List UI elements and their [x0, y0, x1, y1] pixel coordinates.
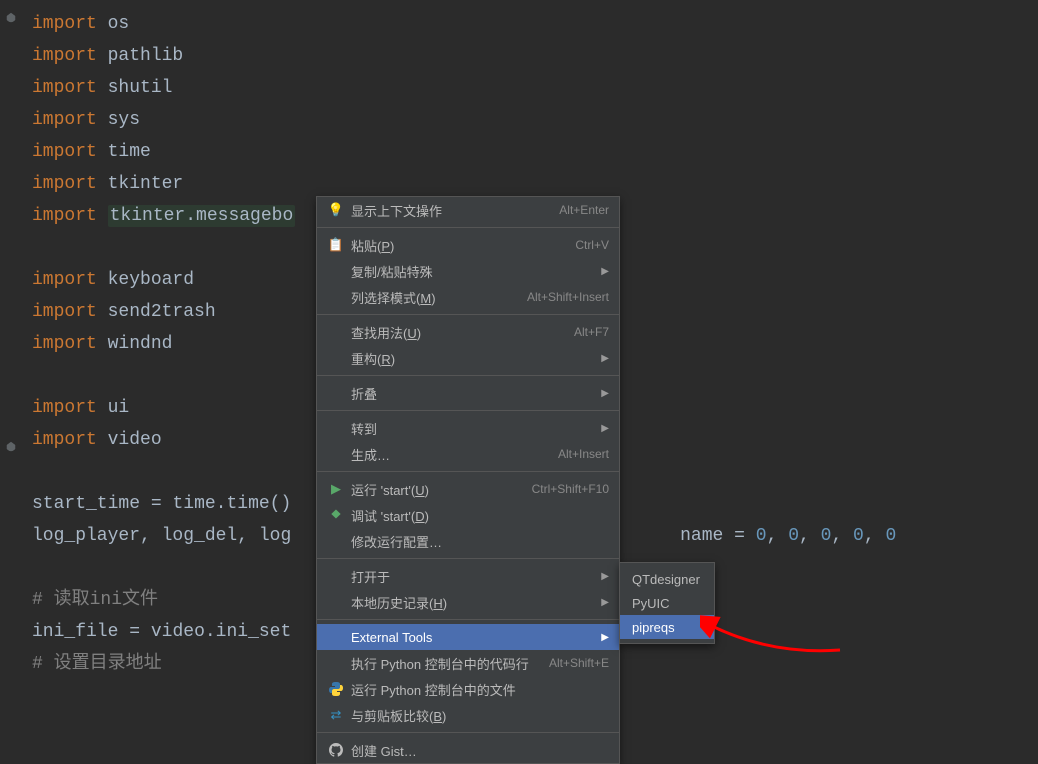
menu-shortcut: Alt+Enter — [559, 203, 609, 217]
run-icon: ▶ — [327, 481, 345, 497]
menu-shortcut: Alt+Insert — [558, 447, 609, 461]
menu-label: 运行 Python 控制台中的文件 — [351, 680, 609, 699]
chevron-right-icon: ▶ — [601, 597, 609, 608]
menu-label: 本地历史记录(H) — [351, 593, 601, 612]
menu-item-22[interactable]: 执行 Python 控制台中的代码行Alt+Shift+E — [317, 650, 619, 676]
debug-icon: ⯁ — [327, 507, 345, 523]
menu-label: 重构(R) — [351, 349, 601, 368]
chevron-right-icon: ▶ — [601, 571, 609, 582]
menu-item-19[interactable]: 本地历史记录(H)▶ — [317, 589, 619, 615]
menu-item-26[interactable]: 创建 Gist… — [317, 737, 619, 763]
code-line-1[interactable]: import os — [4, 8, 1038, 40]
submenu-item-pipreqs[interactable]: pipreqs — [620, 615, 714, 639]
gutter-lock-icon — [4, 440, 18, 454]
menu-separator — [317, 619, 619, 620]
menu-item-0[interactable]: 💡 显示上下文操作Alt+Enter — [317, 197, 619, 223]
menu-item-14[interactable]: ▶ 运行 'start'(U)Ctrl+Shift+F10 — [317, 476, 619, 502]
menu-separator — [317, 410, 619, 411]
github-icon — [327, 743, 345, 757]
menu-item-3[interactable]: 复制/粘贴特殊▶ — [317, 258, 619, 284]
menu-label: 折叠 — [351, 384, 601, 403]
code-line-4[interactable]: import sys — [4, 104, 1038, 136]
menu-item-15[interactable]: ⯁ 调试 'start'(D) — [317, 502, 619, 528]
menu-separator — [317, 227, 619, 228]
menu-separator — [317, 375, 619, 376]
menu-separator — [317, 314, 619, 315]
menu-separator — [317, 732, 619, 733]
code-line-5[interactable]: import time — [4, 136, 1038, 168]
menu-separator — [317, 471, 619, 472]
menu-label: 查找用法(U) — [351, 323, 574, 342]
chevron-right-icon: ▶ — [601, 423, 609, 434]
menu-label: 复制/粘贴特殊 — [351, 262, 601, 281]
menu-item-4[interactable]: 列选择模式(M)Alt+Shift+Insert — [317, 284, 619, 310]
menu-label: 运行 'start'(U) — [351, 480, 532, 499]
submenu-item-qtdesigner[interactable]: QTdesigner — [620, 567, 714, 591]
menu-label: 执行 Python 控制台中的代码行 — [351, 654, 549, 673]
menu-label: 打开于 — [351, 567, 601, 586]
submenu-item-pyuic[interactable]: PyUIC — [620, 591, 714, 615]
chevron-right-icon: ▶ — [601, 632, 609, 643]
menu-label: 创建 Gist… — [351, 741, 609, 760]
menu-label: 转到 — [351, 419, 601, 438]
menu-item-11[interactable]: 转到▶ — [317, 415, 619, 441]
menu-item-16[interactable]: 修改运行配置… — [317, 528, 619, 554]
menu-item-23[interactable]: 运行 Python 控制台中的文件 — [317, 676, 619, 702]
code-line-3[interactable]: import shutil — [4, 72, 1038, 104]
menu-label: 调试 'start'(D) — [351, 506, 609, 525]
diff-icon: ⇄ — [327, 707, 345, 723]
menu-label: 粘贴(P) — [351, 236, 575, 255]
menu-label: 与剪贴板比较(B) — [351, 706, 609, 725]
menu-item-12[interactable]: 生成…Alt+Insert — [317, 441, 619, 467]
paste-icon: 📋 — [327, 237, 345, 253]
menu-shortcut: Ctrl+V — [575, 238, 609, 252]
external-tools-submenu[interactable]: QTdesignerPyUICpipreqs — [619, 562, 715, 644]
context-menu[interactable]: 💡显示上下文操作Alt+Enter📋粘贴(P)Ctrl+V复制/粘贴特殊▶列选择… — [316, 196, 620, 764]
menu-item-9[interactable]: 折叠▶ — [317, 380, 619, 406]
chevron-right-icon: ▶ — [601, 266, 609, 277]
python-icon — [327, 682, 345, 696]
menu-label: 生成… — [351, 445, 558, 464]
menu-label: 列选择模式(M) — [351, 288, 527, 307]
menu-item-7[interactable]: 重构(R)▶ — [317, 345, 619, 371]
menu-item-21[interactable]: External Tools▶ — [317, 624, 619, 650]
chevron-right-icon: ▶ — [601, 353, 609, 364]
menu-separator — [317, 558, 619, 559]
menu-label: 显示上下文操作 — [351, 201, 559, 220]
menu-shortcut: Alt+Shift+E — [549, 656, 609, 670]
chevron-right-icon: ▶ — [601, 388, 609, 399]
menu-shortcut: Alt+F7 — [574, 325, 609, 339]
menu-item-18[interactable]: 打开于▶ — [317, 563, 619, 589]
menu-item-2[interactable]: 📋 粘贴(P)Ctrl+V — [317, 232, 619, 258]
bulb-icon: 💡 — [327, 202, 345, 218]
menu-label: External Tools — [351, 630, 601, 645]
gutter-lock-icon — [4, 11, 18, 25]
menu-shortcut: Ctrl+Shift+F10 — [532, 482, 609, 496]
menu-item-24[interactable]: ⇄ 与剪贴板比较(B) — [317, 702, 619, 728]
menu-shortcut: Alt+Shift+Insert — [527, 290, 609, 304]
menu-label: 修改运行配置… — [351, 532, 609, 551]
code-line-2[interactable]: import pathlib — [4, 40, 1038, 72]
menu-item-6[interactable]: 查找用法(U)Alt+F7 — [317, 319, 619, 345]
